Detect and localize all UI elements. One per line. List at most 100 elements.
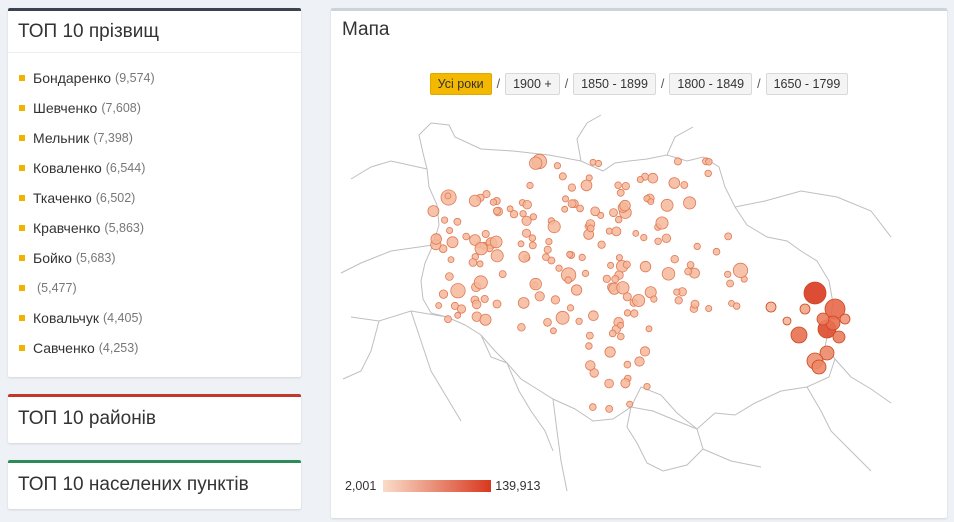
settlement-marker[interactable]: [480, 294, 489, 303]
settlement-marker[interactable]: [634, 356, 645, 367]
settlement-marker[interactable]: [668, 177, 681, 189]
settlement-marker[interactable]: [839, 313, 851, 325]
settlement-marker[interactable]: [456, 304, 467, 314]
settlement-marker[interactable]: [673, 157, 682, 166]
settlement-marker[interactable]: [550, 295, 560, 305]
settlement-marker[interactable]: [498, 270, 507, 279]
settlement-marker[interactable]: [630, 309, 639, 318]
settlement-marker[interactable]: [704, 169, 712, 178]
settlement-marker[interactable]: [555, 310, 570, 325]
settlement-marker[interactable]: [705, 304, 713, 312]
settlement-marker[interactable]: [549, 327, 557, 335]
settlement-marker[interactable]: [811, 359, 827, 375]
settlement-marker[interactable]: [621, 182, 630, 191]
top-districts-title[interactable]: ТОП 10 районів: [8, 397, 301, 440]
settlement-marker[interactable]: [650, 295, 658, 303]
settlement-marker[interactable]: [526, 181, 534, 190]
settlement-marker[interactable]: [647, 172, 659, 184]
settlement-marker[interactable]: [575, 317, 583, 325]
settlement-marker[interactable]: [489, 235, 503, 249]
settlement-marker[interactable]: [585, 331, 594, 340]
settlement-marker[interactable]: [585, 342, 593, 350]
settlement-marker[interactable]: [616, 188, 625, 197]
settlement-marker[interactable]: [571, 284, 583, 296]
settlement-marker[interactable]: [566, 304, 575, 312]
settlement-marker[interactable]: [661, 233, 672, 244]
settlement-marker[interactable]: [620, 378, 631, 389]
settlement-marker[interactable]: [605, 404, 614, 413]
settlement-marker[interactable]: [468, 194, 482, 207]
list-item[interactable]: (5,477): [8, 273, 301, 303]
settlement-marker[interactable]: [542, 253, 550, 261]
settlement-marker[interactable]: [581, 269, 590, 277]
settlement-marker[interactable]: [567, 199, 577, 209]
settlement-marker[interactable]: [534, 291, 545, 302]
settlement-marker[interactable]: [545, 238, 553, 246]
filter-1900-plus-button[interactable]: 1900 +: [505, 73, 560, 95]
settlement-marker[interactable]: [645, 325, 653, 333]
settlement-marker[interactable]: [518, 251, 531, 263]
settlement-marker[interactable]: [655, 216, 669, 230]
settlement-marker[interactable]: [616, 281, 630, 295]
settlement-marker[interactable]: [586, 224, 595, 233]
settlement-marker[interactable]: [608, 329, 617, 338]
list-item[interactable]: Бойко (5,683): [8, 243, 301, 273]
settlement-marker[interactable]: [661, 267, 676, 281]
settlement-marker[interactable]: [832, 330, 846, 344]
settlement-marker[interactable]: [726, 279, 735, 288]
settlement-marker[interactable]: [803, 281, 827, 305]
top-settlements-card[interactable]: ТОП 10 населених пунктів: [8, 460, 301, 509]
settlement-marker[interactable]: [509, 210, 519, 219]
settlement-marker[interactable]: [733, 302, 741, 310]
settlement-marker[interactable]: [585, 360, 596, 371]
settlement-marker[interactable]: [636, 175, 644, 183]
settlement-marker[interactable]: [446, 236, 459, 249]
settlement-marker[interactable]: [616, 332, 625, 341]
settlement-marker[interactable]: [567, 183, 576, 192]
top-districts-card[interactable]: ТОП 10 районів: [8, 394, 301, 443]
settlement-marker[interactable]: [479, 313, 492, 326]
settlement-marker[interactable]: [476, 260, 484, 268]
settlement-marker[interactable]: [623, 309, 632, 317]
settlement-marker[interactable]: [686, 261, 695, 269]
settlement-marker[interactable]: [444, 192, 452, 200]
settlement-marker[interactable]: [558, 172, 567, 181]
settlement-marker[interactable]: [622, 260, 631, 269]
settlement-marker[interactable]: [654, 237, 662, 245]
settlement-marker[interactable]: [529, 156, 543, 170]
filter-1850-1899-button[interactable]: 1850 - 1899: [573, 73, 656, 95]
settlement-marker[interactable]: [782, 316, 792, 326]
settlement-marker[interactable]: [604, 378, 614, 389]
settlement-marker[interactable]: [619, 199, 631, 212]
settlement-marker[interactable]: [693, 242, 701, 250]
settlement-marker[interactable]: [517, 240, 525, 248]
settlement-marker[interactable]: [444, 315, 452, 324]
settlement-marker[interactable]: [517, 297, 530, 309]
list-item[interactable]: Коваленко (6,544): [8, 153, 301, 183]
top-settlements-title[interactable]: ТОП 10 населених пунктів: [8, 463, 301, 506]
settlement-marker[interactable]: [674, 296, 683, 305]
settlement-marker[interactable]: [566, 250, 574, 258]
settlement-marker[interactable]: [492, 206, 501, 215]
settlement-marker[interactable]: [639, 260, 652, 273]
settlement-marker[interactable]: [445, 272, 454, 281]
settlement-marker[interactable]: [481, 229, 490, 238]
settlement-marker[interactable]: [632, 229, 640, 237]
settlement-marker[interactable]: [647, 198, 655, 206]
settlement-marker[interactable]: [564, 276, 572, 284]
settlement-marker[interactable]: [492, 299, 502, 309]
list-item[interactable]: Ковальчук (4,405): [8, 303, 301, 333]
settlement-marker[interactable]: [614, 181, 622, 189]
settlement-marker[interactable]: [517, 323, 526, 332]
settlement-marker[interactable]: [683, 196, 697, 210]
settlement-marker[interactable]: [528, 234, 537, 242]
settlement-marker[interactable]: [490, 249, 504, 263]
settlement-marker[interactable]: [605, 227, 613, 235]
settlement-marker[interactable]: [724, 232, 733, 241]
settlement-marker[interactable]: [580, 179, 593, 192]
settlement-marker[interactable]: [588, 403, 597, 411]
settlement-marker[interactable]: [615, 254, 623, 262]
settlement-marker[interactable]: [578, 253, 586, 261]
settlement-marker[interactable]: [590, 206, 600, 217]
settlement-marker[interactable]: [427, 205, 440, 218]
